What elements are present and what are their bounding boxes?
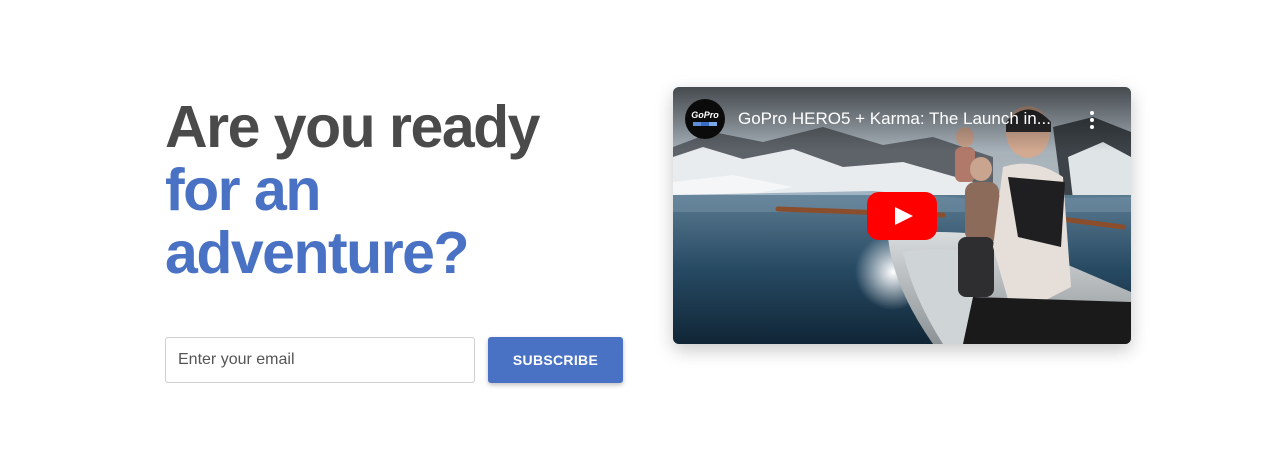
subscribe-form: SUBSCRIBE <box>165 337 625 383</box>
video-player[interactable]: GoPro GoPro HERO5 + Karma: The Launch in… <box>673 87 1131 344</box>
video-title[interactable]: GoPro HERO5 + Karma: The Launch in... <box>738 109 1070 129</box>
video-header: GoPro GoPro HERO5 + Karma: The Launch in… <box>673 87 1131 151</box>
channel-logo-text: GoPro <box>691 110 719 120</box>
hero-line-3: adventure? <box>165 220 470 286</box>
hero-line-1: Are you ready <box>165 94 541 160</box>
landing-section: Are you ready for an adventure? SUBSCRIB… <box>0 0 1280 472</box>
youtube-play-icon[interactable] <box>867 192 937 240</box>
email-input[interactable] <box>165 337 475 383</box>
hero-heading: Are you ready for an adventure? <box>165 94 541 286</box>
subscribe-button[interactable]: SUBSCRIBE <box>488 337 623 383</box>
hero-line-2: for an <box>165 157 321 223</box>
gopro-logo-icon[interactable]: GoPro <box>685 99 725 139</box>
more-vertical-icon[interactable] <box>1084 109 1100 131</box>
